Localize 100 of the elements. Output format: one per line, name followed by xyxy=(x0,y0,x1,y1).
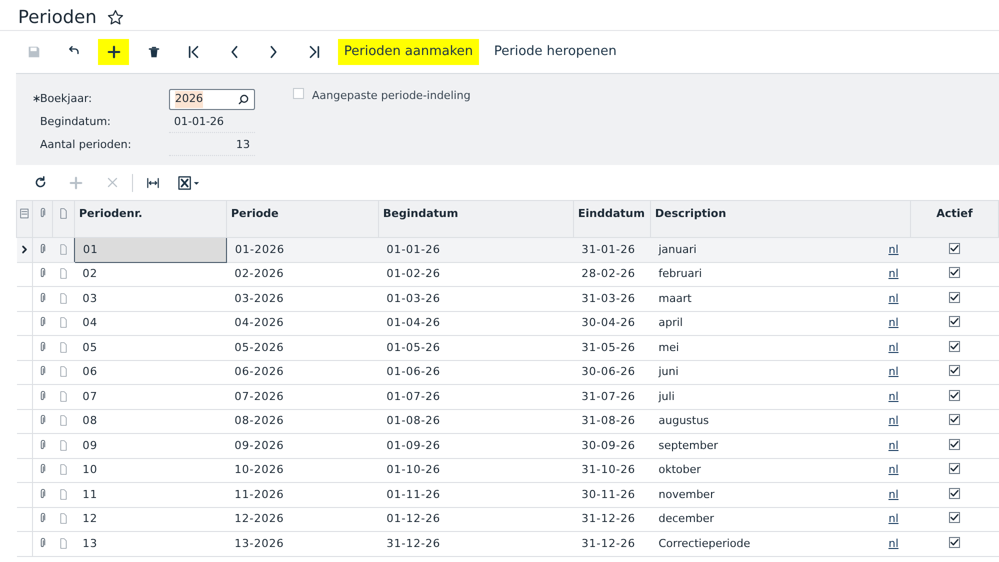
checkbox[interactable] xyxy=(949,340,960,352)
trash-icon xyxy=(148,45,160,59)
field-value: 01-01-26 xyxy=(169,112,255,133)
last-page-icon xyxy=(306,45,320,59)
checkbox[interactable] xyxy=(293,88,304,99)
first-page-icon xyxy=(186,45,200,59)
table-cell: 08 xyxy=(74,409,226,434)
paperclip-icon xyxy=(38,342,47,353)
close-icon xyxy=(106,176,118,189)
table-cell: 01-04-26 xyxy=(378,311,574,336)
column-header[interactable]: Periode xyxy=(226,200,378,238)
checkbox[interactable] xyxy=(949,242,960,254)
search-icon xyxy=(238,94,249,105)
table-cell: 02 xyxy=(74,262,226,286)
language-link[interactable]: nl xyxy=(888,388,898,405)
checkbox[interactable] xyxy=(949,488,960,498)
save-icon xyxy=(26,45,40,59)
column-header[interactable]: Einddatum xyxy=(574,200,650,238)
column-header[interactable]: Description xyxy=(650,200,910,238)
table-cell: 09-2026 xyxy=(226,434,378,458)
toolbar-button[interactable]: Perioden aanmaken xyxy=(338,39,480,65)
paperclip-icon xyxy=(38,390,47,402)
table-cell: 04 xyxy=(74,311,226,336)
language-link[interactable]: nl xyxy=(888,511,898,528)
lookup-field[interactable]: 2026 xyxy=(169,89,255,110)
add-button[interactable] xyxy=(98,39,129,65)
field-value: 13 xyxy=(169,135,255,156)
paperclip-icon xyxy=(38,440,47,451)
table-cell: 30-04-26 xyxy=(574,311,650,336)
language-link[interactable]: nl xyxy=(888,486,898,503)
table-cell-text: oktober xyxy=(658,462,701,478)
table-cell: 07 xyxy=(74,384,226,409)
language-link[interactable]: nl xyxy=(888,364,898,380)
language-link[interactable]: nl xyxy=(888,462,898,478)
table-cell-text: september xyxy=(658,438,718,454)
table-cell: 10 xyxy=(74,458,226,482)
field-label: Aantal perioden: xyxy=(40,138,132,152)
document-icon xyxy=(59,268,68,280)
table-cell: 01-2026 xyxy=(226,238,378,262)
checkbox[interactable] xyxy=(949,390,960,400)
table-cell-text: augustus xyxy=(658,413,709,429)
language-link[interactable]: nl xyxy=(888,242,898,258)
field-label: Begindatum: xyxy=(40,115,111,128)
spreadsheet-icon xyxy=(177,176,201,190)
toolbar-button[interactable]: Periode heropenen xyxy=(488,39,623,65)
checkbox[interactable] xyxy=(949,316,960,327)
table-cell: 13-2026 xyxy=(226,532,378,556)
table-cell: 31-12-26 xyxy=(574,532,650,556)
table-cell: 03 xyxy=(74,286,226,311)
checkbox[interactable] xyxy=(949,414,960,425)
language-link[interactable]: nl xyxy=(888,438,898,454)
check-icon xyxy=(950,366,959,375)
language-link[interactable]: nl xyxy=(888,340,898,356)
table-cell: 30-06-26 xyxy=(574,360,650,384)
table-cell: 30-11-26 xyxy=(574,482,650,507)
table-cell-text: juli xyxy=(658,388,675,404)
checkbox[interactable] xyxy=(949,292,960,302)
column-header[interactable]: Periodenr. xyxy=(74,200,226,238)
row-indicator-icon xyxy=(20,244,28,254)
document-icon xyxy=(59,538,68,549)
paperclip-icon xyxy=(38,488,47,500)
table-cell: 08-2026 xyxy=(226,409,378,434)
language-link[interactable]: nl xyxy=(888,290,898,307)
table-cell: 11 xyxy=(74,482,226,507)
check-icon xyxy=(950,342,959,350)
check-icon xyxy=(950,317,959,326)
checkbox[interactable] xyxy=(949,512,960,523)
table-cell: 07-2026 xyxy=(226,384,378,409)
language-link[interactable]: nl xyxy=(888,266,898,282)
check-icon xyxy=(950,415,959,424)
table-cell: 06-2026 xyxy=(226,360,378,384)
paperclip-icon xyxy=(38,538,47,549)
checkbox[interactable] xyxy=(949,365,960,376)
table-cell: 01-12-26 xyxy=(378,507,574,532)
checkbox-label: Aangepaste periode-indeling xyxy=(312,88,471,104)
next-icon xyxy=(268,45,278,59)
document-icon xyxy=(59,440,68,451)
document-icon xyxy=(59,208,68,220)
column-header[interactable]: Begindatum xyxy=(378,200,574,238)
checkbox[interactable] xyxy=(949,267,960,278)
check-icon xyxy=(950,268,959,277)
checkbox[interactable] xyxy=(949,536,960,548)
star-icon xyxy=(106,8,124,26)
fit-width-icon xyxy=(145,176,161,188)
check-icon xyxy=(950,244,959,252)
document-icon xyxy=(59,292,68,304)
table-cell: 13 xyxy=(74,532,226,556)
paperclip-icon xyxy=(38,415,47,426)
checkbox[interactable] xyxy=(949,438,960,450)
table-cell: 01-08-26 xyxy=(378,409,574,434)
document-icon xyxy=(59,317,68,328)
language-link[interactable]: nl xyxy=(888,413,898,430)
document-icon xyxy=(59,415,68,426)
table-cell-text: juni xyxy=(658,364,679,380)
column-header[interactable]: Actief xyxy=(910,200,998,238)
table-cell: 01-05-26 xyxy=(378,336,574,360)
language-link[interactable]: nl xyxy=(888,315,898,332)
checkbox[interactable] xyxy=(949,463,960,474)
paperclip-icon xyxy=(38,464,47,476)
language-link[interactable]: nl xyxy=(888,536,898,552)
